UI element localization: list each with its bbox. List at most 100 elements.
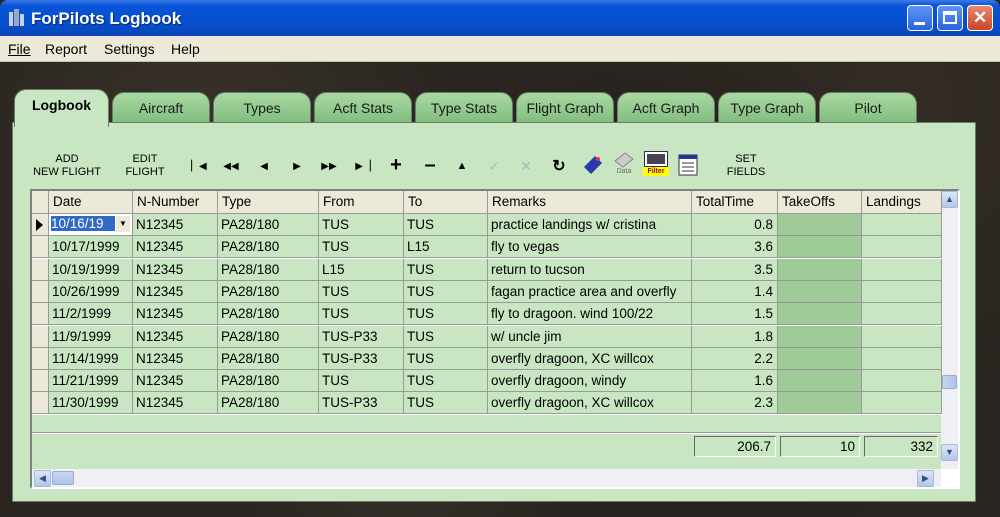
last-record-icon[interactable]: ▶▕ <box>353 157 373 175</box>
cell-type[interactable]: PA28/180 <box>218 347 319 370</box>
cell-from[interactable]: TUS-P33 <box>319 347 404 370</box>
tab-pilot[interactable]: Pilot <box>819 92 917 125</box>
column-header-from[interactable]: From <box>319 191 404 214</box>
cell-takeoffs[interactable] <box>778 347 862 370</box>
title-bar[interactable]: ForPilots Logbook ✕ <box>0 0 1000 36</box>
cell-n-number[interactable]: N12345 <box>133 325 218 348</box>
cell-date[interactable]: 11/30/1999 <box>49 392 133 415</box>
close-button[interactable]: ✕ <box>967 5 993 31</box>
tab-type-graph[interactable]: Type Graph <box>718 92 816 125</box>
menu-help[interactable]: Help <box>171 41 200 57</box>
cell-remarks[interactable]: overfly dragoon, XC willcox <box>488 347 692 370</box>
cell-date[interactable]: 11/14/1999 <box>49 347 133 370</box>
row-selector[interactable] <box>32 370 49 393</box>
cell-n-number[interactable]: N12345 <box>133 347 218 370</box>
menu-report[interactable]: Report <box>45 41 87 57</box>
cell-from[interactable]: TUS-P33 <box>319 325 404 348</box>
cell-from[interactable]: TUS-P33 <box>319 392 404 415</box>
set-fields-button[interactable]: SET FIELDS <box>721 153 771 179</box>
data-icon[interactable]: Data <box>611 151 637 179</box>
cell-takeoffs[interactable] <box>778 303 862 326</box>
cell-to[interactable]: TUS <box>404 214 488 236</box>
cell-total-time[interactable]: 3.5 <box>692 258 778 281</box>
cell-takeoffs[interactable] <box>778 370 862 393</box>
cell-remarks[interactable]: overfly dragoon, XC willcox <box>488 392 692 415</box>
cell-remarks[interactable]: fly to vegas <box>488 236 692 259</box>
row-selector[interactable] <box>32 347 49 370</box>
cell-date[interactable]: 10/19/1999 <box>49 258 133 281</box>
cell-date[interactable]: 10/17/1999 <box>49 236 133 259</box>
logbook-grid[interactable]: ▲ ▼ ◀ ▶ Date N-Number Type From To Remarks Tot… <box>30 189 960 489</box>
cell-landings[interactable] <box>862 258 942 281</box>
cell-to[interactable]: TUS <box>404 258 488 281</box>
cell-to[interactable]: TUS <box>404 303 488 326</box>
bookmark-icon[interactable] <box>581 153 605 177</box>
cell-remarks[interactable]: fagan practice area and overfly <box>488 280 692 303</box>
cell-total-time[interactable]: 1.5 <box>692 303 778 326</box>
insert-record-icon[interactable]: + <box>387 154 405 176</box>
scroll-left-icon[interactable]: ◀ <box>34 470 51 487</box>
minimize-button[interactable] <box>907 5 933 31</box>
cell-landings[interactable] <box>862 392 942 415</box>
cell-date[interactable]: 11/2/1999 <box>49 303 133 326</box>
cell-takeoffs[interactable] <box>778 236 862 259</box>
add-new-flight-button[interactable]: ADD NEW FLIGHT <box>27 153 107 179</box>
cell-type[interactable]: PA28/180 <box>218 392 319 415</box>
cell-from[interactable]: TUS <box>319 236 404 259</box>
cell-type[interactable]: PA28/180 <box>218 258 319 281</box>
cell-remarks[interactable]: practice landings w/ cristina <box>488 214 692 236</box>
cell-type[interactable]: PA28/180 <box>218 236 319 259</box>
cell-date[interactable]: 10/26/1999 <box>49 280 133 303</box>
prev-page-icon[interactable]: ◀◀ <box>221 157 241 175</box>
cell-to[interactable]: TUS <box>404 325 488 348</box>
cell-to[interactable]: L15 <box>404 236 488 259</box>
row-selector[interactable] <box>32 236 49 259</box>
scroll-down-icon[interactable]: ▼ <box>941 444 958 461</box>
horizontal-scrollbar[interactable]: ◀ ▶ <box>32 469 941 487</box>
row-selector[interactable] <box>32 214 49 236</box>
cell-total-time[interactable]: 2.2 <box>692 347 778 370</box>
cell-type[interactable]: PA28/180 <box>218 280 319 303</box>
cell-to[interactable]: TUS <box>404 347 488 370</box>
cell-type[interactable]: PA28/180 <box>218 303 319 326</box>
scroll-up-icon[interactable]: ▲ <box>941 191 958 208</box>
cell-total-time[interactable]: 1.6 <box>692 370 778 393</box>
next-record-icon[interactable]: ▶ <box>289 157 305 175</box>
cell-remarks[interactable]: return to tucson <box>488 258 692 281</box>
column-header-to[interactable]: To <box>404 191 488 214</box>
tab-aircraft[interactable]: Aircraft <box>112 92 210 125</box>
column-header-takeoffs[interactable]: TakeOffs <box>778 191 862 214</box>
tab-acft-stats[interactable]: Acft Stats <box>314 92 412 125</box>
column-header-type[interactable]: Type <box>218 191 319 214</box>
cell-type[interactable]: PA28/180 <box>218 325 319 348</box>
row-selector[interactable] <box>32 325 49 348</box>
cell-landings[interactable] <box>862 370 942 393</box>
refresh-icon[interactable]: ↻ <box>550 156 568 176</box>
cell-total-time[interactable]: 1.8 <box>692 325 778 348</box>
cell-type[interactable]: PA28/180 <box>218 370 319 393</box>
cell-remarks[interactable]: w/ uncle jim <box>488 325 692 348</box>
filter-icon[interactable]: Filter <box>643 151 669 179</box>
date-dropdown-icon[interactable]: ▼ <box>116 216 130 232</box>
tab-logbook[interactable]: Logbook <box>14 89 109 127</box>
cell-landings[interactable] <box>862 280 942 303</box>
column-header-date[interactable]: Date <box>49 191 133 214</box>
cell-n-number[interactable]: N12345 <box>133 303 218 326</box>
cell-takeoffs[interactable] <box>778 280 862 303</box>
cell-from[interactable]: TUS <box>319 303 404 326</box>
edit-flight-button[interactable]: EDIT FLIGHT <box>117 153 173 179</box>
vertical-scroll-thumb[interactable] <box>942 375 957 389</box>
cancel-edit-icon[interactable]: ✕ <box>517 157 535 175</box>
tab-flight-graph[interactable]: Flight Graph <box>516 92 614 125</box>
cell-total-time[interactable]: 3.6 <box>692 236 778 259</box>
cell-date[interactable]: 11/21/1999 <box>49 370 133 393</box>
row-selector[interactable] <box>32 280 49 303</box>
cell-date[interactable]: 10/16/19 ▼ <box>49 214 133 236</box>
maximize-button[interactable] <box>937 5 963 31</box>
cell-total-time[interactable]: 2.3 <box>692 392 778 415</box>
cell-takeoffs[interactable] <box>778 392 862 415</box>
tab-type-stats[interactable]: Type Stats <box>415 92 513 125</box>
cell-n-number[interactable]: N12345 <box>133 280 218 303</box>
cell-landings[interactable] <box>862 325 942 348</box>
column-header-remarks[interactable]: Remarks <box>488 191 692 214</box>
